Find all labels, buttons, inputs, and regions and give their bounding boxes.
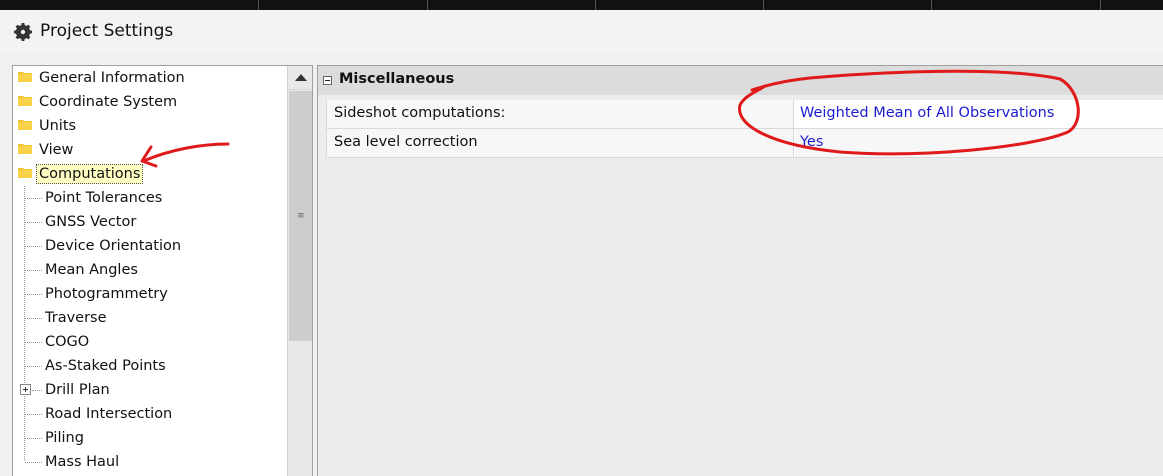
strip-divider bbox=[595, 0, 596, 10]
folder-icon bbox=[18, 120, 32, 130]
tree-connector bbox=[25, 342, 42, 343]
tree-item-label: GNSS Vector bbox=[45, 214, 137, 230]
strip-divider bbox=[258, 0, 259, 10]
tree-connector bbox=[25, 198, 42, 199]
folder-icon bbox=[18, 96, 32, 106]
tree-connector bbox=[25, 366, 42, 367]
scroll-up-button[interactable] bbox=[288, 66, 312, 90]
strip-divider bbox=[427, 0, 428, 10]
property-name: Sideshot computations: bbox=[326, 100, 794, 128]
tree-item-label: Computations bbox=[36, 164, 144, 184]
strip-divider bbox=[1100, 0, 1101, 10]
top-edge-strip bbox=[0, 0, 1163, 10]
tree-item[interactable]: Road Intersection bbox=[13, 402, 287, 426]
tree-item-label: Drill Plan bbox=[45, 382, 110, 398]
scroll-grip-icon: ≡ bbox=[297, 211, 305, 221]
tree-connector bbox=[25, 318, 42, 319]
tree-item-label: Road Intersection bbox=[45, 406, 173, 422]
tree-item[interactable]: Drill Plan bbox=[13, 378, 287, 402]
strip-divider bbox=[763, 0, 764, 10]
strip-divider bbox=[931, 0, 932, 10]
tree-item-label: Photogrammetry bbox=[45, 286, 168, 302]
tree-item[interactable]: Device Orientation bbox=[13, 234, 287, 258]
tree-item[interactable]: Mass Haul bbox=[13, 450, 287, 474]
tree-item[interactable]: Mean Angles bbox=[13, 258, 287, 282]
collapse-icon[interactable] bbox=[323, 76, 332, 85]
tree-item[interactable]: Point Tolerances bbox=[13, 186, 287, 210]
tree-connector bbox=[32, 390, 42, 391]
gear-icon bbox=[14, 23, 32, 41]
settings-tree: General Information Coordinate System Unit… bbox=[12, 65, 313, 476]
scroll-thumb[interactable]: ≡ bbox=[289, 91, 312, 341]
tree-item[interactable]: GNSS Vector bbox=[13, 210, 287, 234]
tree-item-label: Mass Haul bbox=[45, 454, 120, 470]
tree-connector bbox=[25, 438, 42, 439]
category-header[interactable]: Miscellaneous bbox=[318, 66, 1163, 95]
tree-item[interactable]: Computations bbox=[13, 162, 287, 186]
tree-item[interactable]: Piling bbox=[13, 426, 287, 450]
tree-connector bbox=[25, 270, 42, 271]
tree-item-label: General Information bbox=[39, 70, 185, 86]
tree-item-label: Coordinate System bbox=[39, 94, 178, 110]
tree-connector bbox=[25, 246, 42, 247]
expand-plus-icon[interactable] bbox=[20, 384, 31, 395]
window-title: Project Settings bbox=[40, 21, 174, 41]
property-grid: Miscellaneous Sideshot computations: Wei… bbox=[317, 65, 1163, 476]
property-row-sideshot[interactable]: Sideshot computations: Weighted Mean of … bbox=[326, 100, 1163, 129]
tree-item[interactable]: Photogrammetry bbox=[13, 282, 287, 306]
tree-connector bbox=[25, 222, 42, 223]
tree-connector bbox=[25, 294, 42, 295]
tree-connector bbox=[25, 462, 42, 463]
tree-item[interactable]: As-Staked Points bbox=[13, 354, 287, 378]
property-value[interactable]: Yes bbox=[800, 134, 823, 150]
tree-item-label: View bbox=[39, 142, 74, 158]
property-name: Sea level correction bbox=[326, 129, 794, 157]
folder-icon bbox=[18, 72, 32, 82]
tree-scrollbar[interactable]: ≡ bbox=[287, 66, 312, 476]
tree-item[interactable]: COGO bbox=[13, 330, 287, 354]
tree-item-label: Point Tolerances bbox=[45, 190, 163, 206]
tree-item-label: Device Orientation bbox=[45, 238, 182, 254]
category-title: Miscellaneous bbox=[339, 71, 455, 87]
folder-icon bbox=[18, 168, 32, 178]
window-titlebar: Project Settings bbox=[0, 10, 1163, 53]
property-row-sea-level[interactable]: Sea level correction Yes bbox=[326, 129, 1163, 158]
property-value[interactable]: Weighted Mean of All Observations bbox=[800, 105, 1054, 121]
tree-item-label: Traverse bbox=[45, 310, 107, 326]
tree-item[interactable]: View bbox=[13, 138, 287, 162]
tree-item[interactable]: General Information bbox=[13, 66, 287, 90]
tree-item[interactable]: Coordinate System bbox=[13, 90, 287, 114]
tree-item-label: Piling bbox=[45, 430, 84, 446]
tree-item[interactable]: Units bbox=[13, 114, 287, 138]
tree-connector bbox=[25, 414, 42, 415]
tree-item[interactable]: Traverse bbox=[13, 306, 287, 330]
property-value-cell bbox=[795, 129, 1163, 157]
tree-item-label: COGO bbox=[45, 334, 90, 350]
tree-item-label: Units bbox=[39, 118, 77, 134]
tree-item-label: As-Staked Points bbox=[45, 358, 166, 374]
tree-item-label: Mean Angles bbox=[45, 262, 138, 278]
folder-icon bbox=[18, 144, 32, 154]
